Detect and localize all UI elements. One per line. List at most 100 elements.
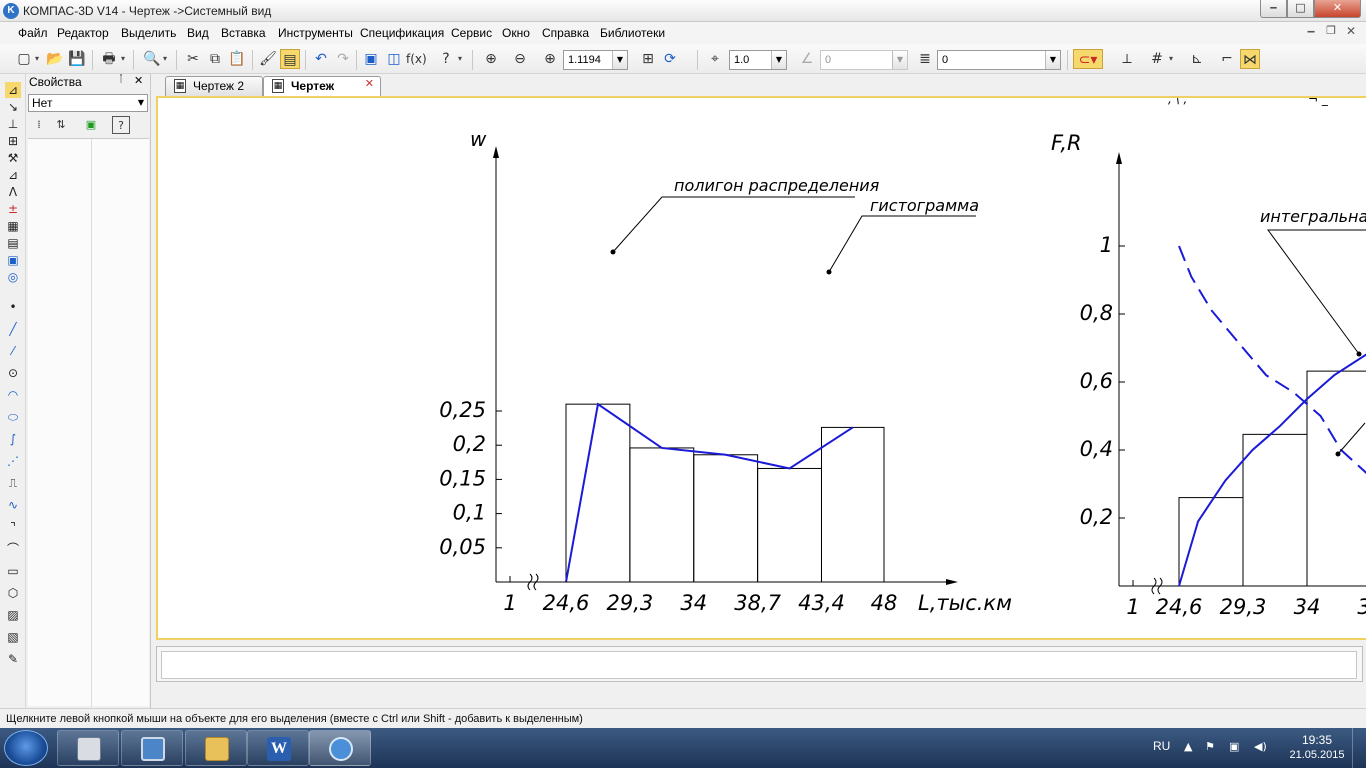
spline-icon[interactable]: ∿: [5, 497, 21, 513]
menu-service[interactable]: Сервис: [451, 26, 492, 40]
chamfer-icon[interactable]: ⌝: [5, 519, 21, 535]
cut-icon[interactable]: ✂: [183, 49, 203, 69]
edit-icon[interactable]: ⊞: [5, 133, 21, 149]
zoom-scale-combo[interactable]: 1.1194 ▼: [563, 50, 628, 70]
properties-icon[interactable]: ▤: [280, 49, 300, 69]
zoom-out-icon[interactable]: ⊖: [510, 49, 530, 69]
network-icon[interactable]: ▣: [1229, 740, 1239, 753]
view-icon[interactable]: ◎: [5, 269, 21, 285]
angle-combo[interactable]: 0 ▼: [820, 50, 908, 70]
point-icon[interactable]: •: [5, 299, 21, 315]
spec-icon[interactable]: ±: [5, 201, 21, 217]
dimensions-icon[interactable]: ↘: [5, 99, 21, 115]
layer-icon[interactable]: ≣: [915, 49, 935, 69]
help-icon[interactable]: ?: [436, 49, 456, 69]
properties-close-icon[interactable]: ✕: [134, 74, 143, 87]
menu-help[interactable]: Справка: [542, 26, 589, 40]
doc-maximize-button[interactable]: ❐: [1322, 24, 1340, 40]
bezier-icon[interactable]: ∫: [5, 431, 21, 447]
minimize-button[interactable]: ‒: [1260, 0, 1287, 18]
help-icon[interactable]: ?: [112, 116, 130, 134]
flag-icon[interactable]: ⚑: [1205, 740, 1215, 753]
start-button[interactable]: [4, 730, 48, 766]
polyline-icon[interactable]: ⋰: [5, 453, 21, 469]
taskbar-calculator[interactable]: [57, 730, 119, 766]
new-dropdown-icon[interactable]: ▾: [35, 54, 42, 64]
clock-time[interactable]: 19:35: [1297, 733, 1337, 747]
macro-icon[interactable]: ✎: [5, 651, 21, 667]
chevron-down-icon[interactable]: ▼: [1045, 51, 1060, 69]
clock-date[interactable]: 21.05.2015: [1282, 749, 1352, 761]
parametric-icon[interactable]: ⋈: [1240, 49, 1260, 69]
rectangle-icon[interactable]: ▭: [5, 563, 21, 579]
menu-view[interactable]: Вид: [187, 26, 209, 40]
refresh-icon[interactable]: ⟳: [660, 49, 680, 69]
hatch-icon[interactable]: ▨: [5, 607, 21, 623]
function-icon[interactable]: f(x): [406, 49, 427, 69]
fill-icon[interactable]: ▧: [5, 629, 21, 645]
offset-icon[interactable]: ⎍: [5, 475, 21, 491]
menu-specification[interactable]: Спецификация: [360, 26, 444, 40]
measure-icon[interactable]: ⊿: [5, 167, 21, 183]
undo-icon[interactable]: ↶: [311, 49, 331, 69]
circle-icon[interactable]: ⊙: [5, 365, 21, 381]
chevron-down-icon[interactable]: ▼: [892, 51, 907, 69]
grid-icon[interactable]: #: [1147, 49, 1167, 69]
doc-close-button[interactable]: ✕: [1342, 24, 1360, 40]
volume-icon[interactable]: ◀): [1254, 740, 1267, 753]
zoom-window-icon[interactable]: ⊕: [540, 49, 560, 69]
print-icon[interactable]: 🖶: [99, 49, 119, 69]
maximize-button[interactable]: □: [1287, 0, 1314, 18]
sort-categories-icon[interactable]: ⁞: [30, 116, 48, 134]
language-indicator[interactable]: RU: [1153, 739, 1170, 753]
segment-icon[interactable]: ⁄: [5, 343, 21, 359]
manager-icon[interactable]: ▣: [361, 49, 381, 69]
brush-icon[interactable]: 🖌: [258, 49, 278, 69]
tray-expand-icon[interactable]: ▲: [1184, 740, 1192, 753]
taskbar-explorer[interactable]: [185, 730, 247, 766]
fragment-icon[interactable]: ▣: [5, 252, 21, 268]
menu-editor[interactable]: Редактор: [57, 26, 109, 40]
ortho-icon[interactable]: ⟂: [1117, 49, 1137, 69]
grid-dropdown-icon[interactable]: ▾: [1169, 54, 1176, 64]
geometry-tools-icon[interactable]: ⊿: [5, 82, 21, 98]
drawing-canvas[interactable]: , \ , ¬ _ 0,25 0,2 0,15 0,1 0,05 w L,тыс.км: [156, 96, 1366, 640]
properties-divider[interactable]: [91, 139, 92, 707]
ellipse-icon[interactable]: ⬭: [5, 409, 21, 425]
menu-tools[interactable]: Инструменты: [278, 26, 353, 40]
menu-window[interactable]: Окно: [502, 26, 530, 40]
taskbar-word[interactable]: W: [247, 730, 309, 766]
zoom-in-icon[interactable]: ⊕: [481, 49, 501, 69]
copy-icon[interactable]: ⧉: [205, 49, 225, 69]
pan-icon[interactable]: ⊞: [638, 49, 658, 69]
preview-icon[interactable]: 🔍: [142, 49, 162, 69]
layer-combo[interactable]: 0 ▼: [937, 50, 1061, 70]
polygon-icon[interactable]: ⬡: [5, 585, 21, 601]
tab-drawing[interactable]: ▦ Чертеж ✕: [263, 76, 381, 96]
apply-icon[interactable]: ▣: [82, 116, 100, 134]
new-icon[interactable]: ▢: [14, 49, 34, 69]
report-icon[interactable]: ▦: [5, 218, 21, 234]
menu-insert[interactable]: Вставка: [221, 26, 266, 40]
snap-icon[interactable]: ⌖: [705, 49, 725, 69]
doc-minimize-button[interactable]: ‒: [1302, 24, 1320, 40]
open-icon[interactable]: 📂: [45, 49, 65, 69]
properties-object-select[interactable]: Нет ▼: [28, 94, 148, 112]
menu-file[interactable]: Файл: [18, 26, 48, 40]
tab-close-icon[interactable]: ✕: [365, 77, 374, 90]
pin-icon[interactable]: ᛙ: [118, 74, 124, 85]
redo-icon[interactable]: ↷: [333, 49, 353, 69]
chevron-down-icon[interactable]: ▼: [612, 51, 627, 69]
magnet-icon[interactable]: ⊂▾: [1073, 49, 1103, 69]
round-icon[interactable]: ⌐: [1217, 49, 1237, 69]
angle-icon[interactable]: ∠: [797, 49, 817, 69]
paste-icon[interactable]: 📋: [227, 49, 247, 69]
designations-icon[interactable]: ⊥: [5, 116, 21, 132]
save-icon[interactable]: 💾: [67, 49, 87, 69]
select-icon[interactable]: Λ: [5, 184, 21, 200]
show-desktop-button[interactable]: [1352, 728, 1366, 768]
step-combo[interactable]: 1.0 ▼: [729, 50, 787, 70]
table-icon[interactable]: ▤: [5, 235, 21, 251]
auxline-icon[interactable]: ╱: [5, 321, 21, 337]
preview-dropdown-icon[interactable]: ▾: [163, 54, 170, 64]
